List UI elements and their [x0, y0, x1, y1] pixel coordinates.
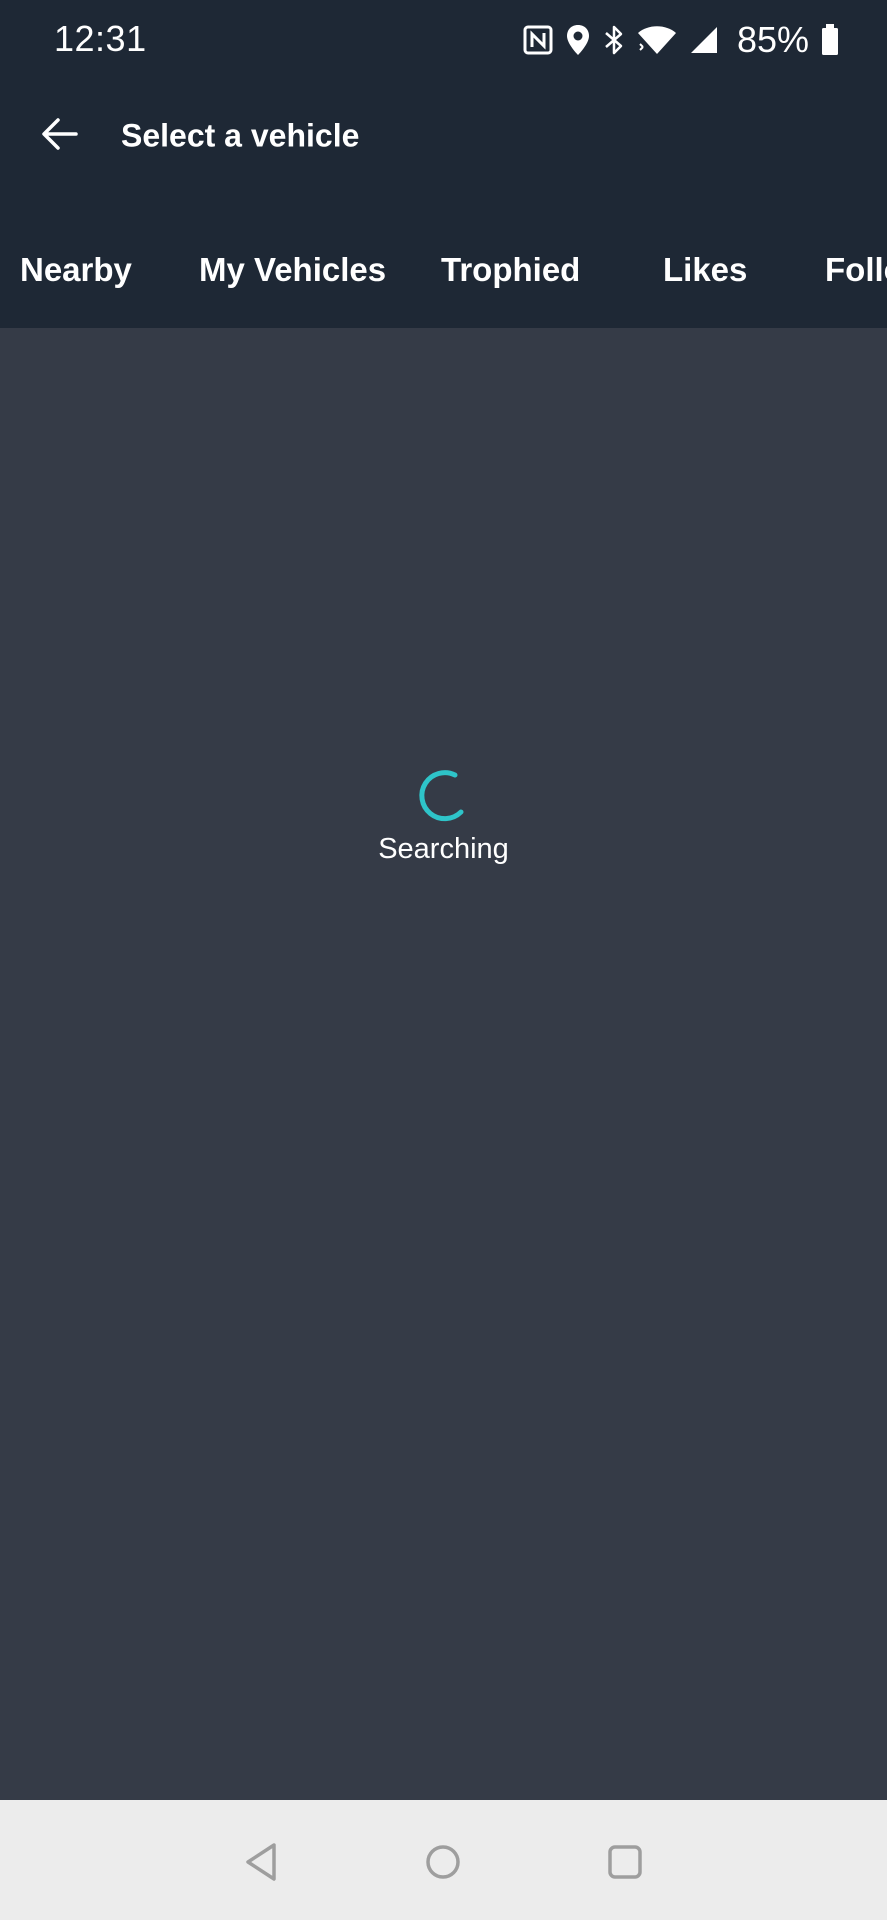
nav-home-icon[interactable] [421, 1840, 465, 1884]
app-bar: Select a vehicle [0, 80, 887, 192]
tab-trophied[interactable]: Trophied [441, 192, 580, 328]
back-button[interactable] [28, 102, 92, 166]
status-icons: 85% [523, 18, 839, 62]
page-title: Select a vehicle [121, 117, 360, 154]
signal-icon [689, 25, 719, 55]
loading-text: Searching [378, 833, 509, 865]
screen: 12:31 85% Select a vehicle Nearby My Veh… [0, 0, 887, 1920]
location-icon [565, 24, 591, 56]
system-nav-bar [0, 1800, 887, 1920]
bluetooth-icon [603, 24, 625, 56]
status-bar: 12:31 85% [0, 0, 887, 80]
nav-recents-icon[interactable] [603, 1840, 647, 1884]
tab-likes[interactable]: Likes [663, 192, 747, 328]
battery-percent: 85% [736, 19, 809, 60]
tab-bar: Nearby My Vehicles Trophied Likes Follow… [0, 192, 887, 328]
tab-following[interactable]: Following [825, 192, 887, 328]
arrow-left-icon [42, 118, 78, 150]
status-time: 12:31 [54, 18, 147, 59]
battery-icon [821, 24, 839, 56]
loading-spinner-icon [419, 770, 464, 822]
nav-back-icon[interactable] [240, 1840, 284, 1884]
tab-nearby[interactable]: Nearby [20, 192, 132, 328]
tab-my-vehicles[interactable]: My Vehicles [199, 192, 386, 328]
content-area: Searching [0, 328, 887, 1800]
wifi-icon [637, 24, 677, 56]
nfc-icon [523, 25, 553, 55]
